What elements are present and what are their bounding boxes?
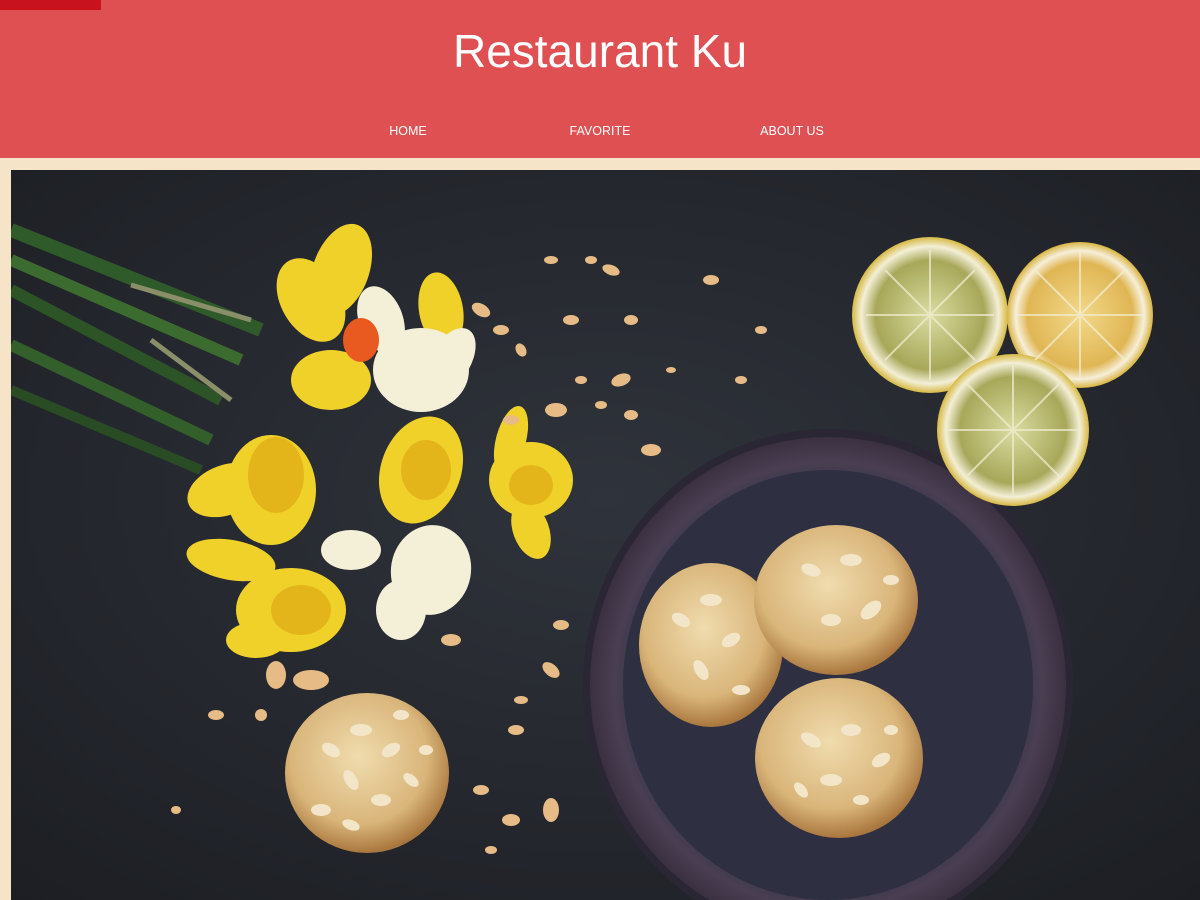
hero-image [11, 170, 1200, 900]
main-nav: HOME FAVORITE ABOUT US [0, 122, 1200, 140]
corner-accent-tab [0, 0, 101, 10]
nav-about-us[interactable]: ABOUT US [760, 122, 824, 140]
site-header: Restaurant Ku HOME FAVORITE ABOUT US [0, 0, 1200, 158]
site-title: Restaurant Ku [452, 25, 748, 77]
nav-favorite[interactable]: FAVORITE [570, 122, 631, 140]
nav-home[interactable]: HOME [389, 122, 427, 140]
hero-photo-illustration [11, 170, 1200, 900]
cookie-icon [285, 693, 449, 853]
